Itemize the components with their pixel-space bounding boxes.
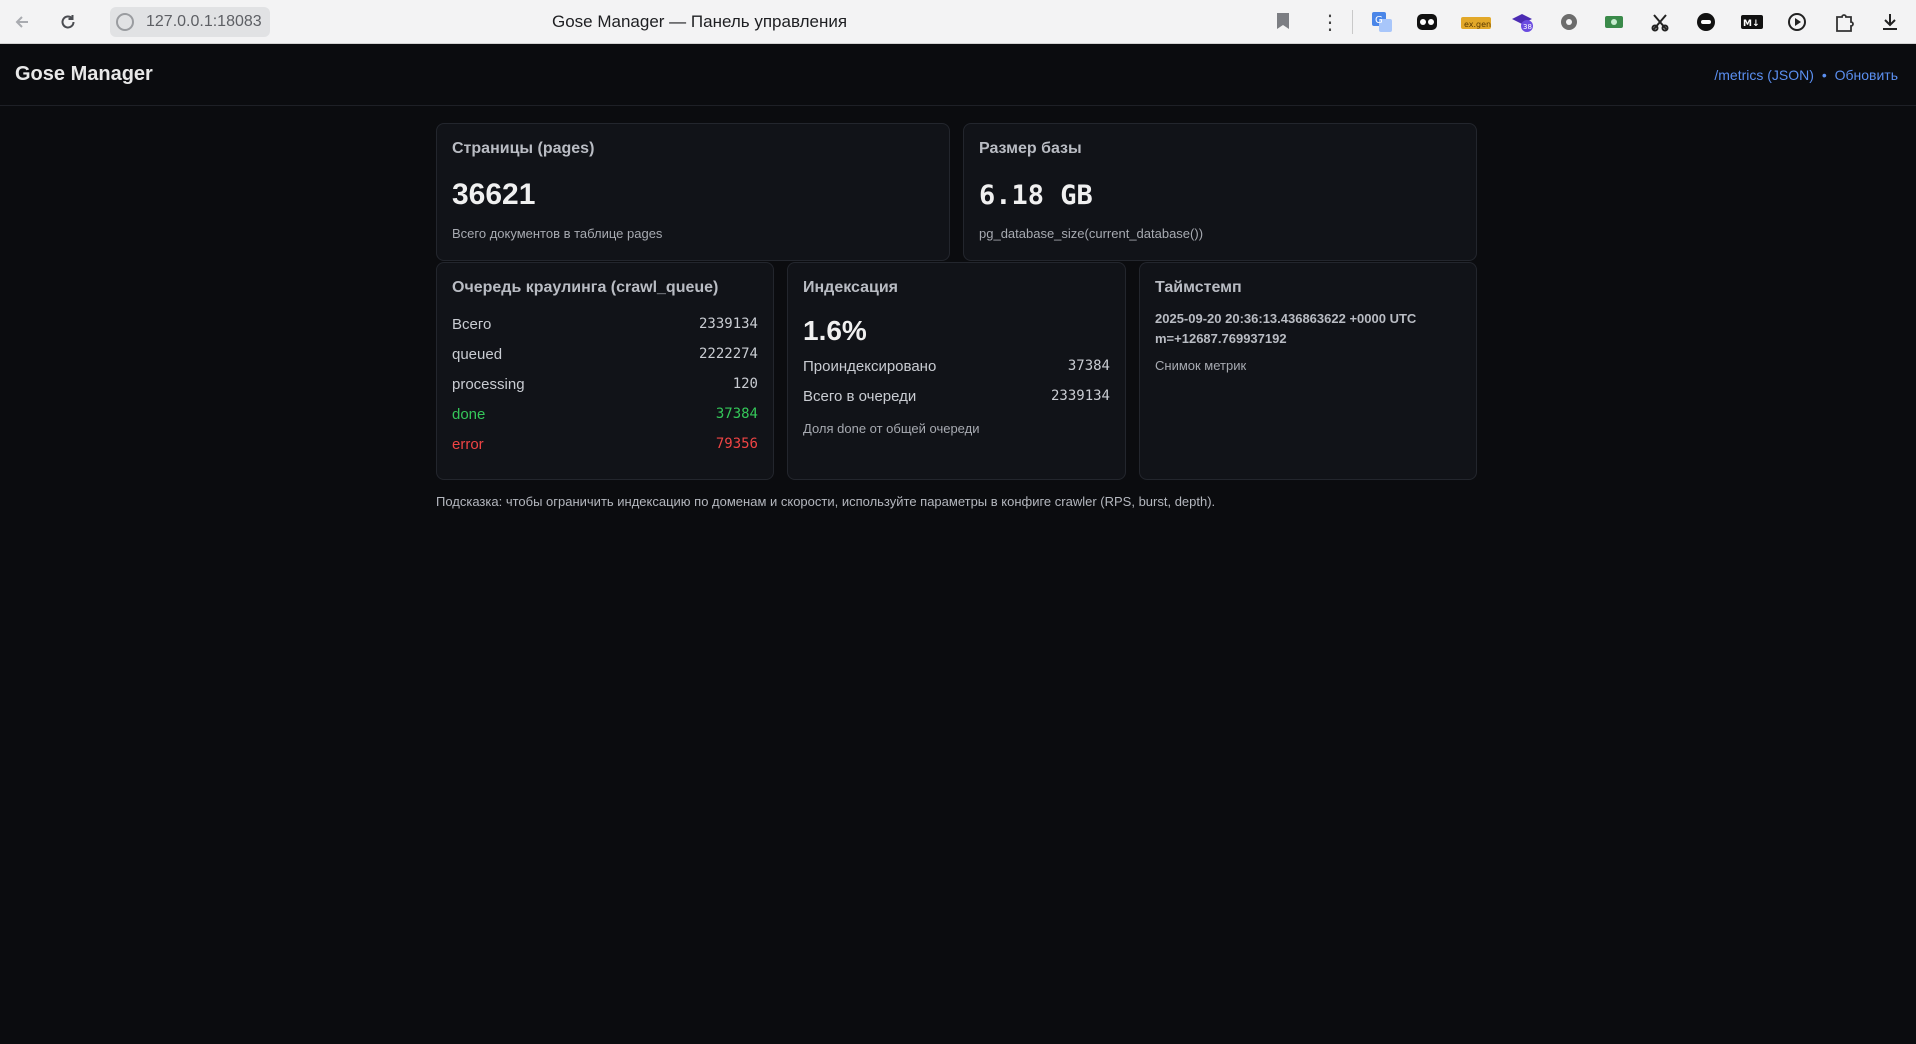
pages-count: 36621 xyxy=(452,178,536,211)
indexing-row-label: Проиндексировано xyxy=(803,357,937,375)
browser-toolbar: 127.0.0.1:18083 xyxy=(0,0,1916,44)
db-size-card-title: Размер базы xyxy=(979,140,1082,157)
money-extension-icon[interactable] xyxy=(1602,10,1626,34)
puzzle-extension-icon[interactable] xyxy=(1832,10,1856,34)
timestamp-card-subtext: Снимок метрик xyxy=(1155,358,1247,373)
refresh-link[interactable]: Обновить xyxy=(1835,67,1898,83)
timestamp-value: 2025-09-20 20:36:13.436863622 +0000 UTC … xyxy=(1155,309,1461,349)
pages-card: Страницы (pages) 36621 Всего документов … xyxy=(436,123,950,261)
queue-row-total: Всего 2339134 xyxy=(452,309,758,339)
queue-row-value: 2339134 xyxy=(698,316,758,332)
translate-extension-icon[interactable]: G xyxy=(1370,10,1394,34)
arrow-left-icon xyxy=(15,15,28,28)
bookmark-icon[interactable] xyxy=(1275,12,1291,30)
timestamp-card-title: Таймстемп xyxy=(1155,279,1242,296)
svg-text:M↓: M↓ xyxy=(1743,19,1760,29)
url-text: 127.0.0.1:18083 xyxy=(146,12,262,30)
indexing-row-value: 37384 xyxy=(1067,358,1110,374)
queue-row-value: 79356 xyxy=(715,436,758,452)
eyes-extension-icon[interactable] xyxy=(1415,10,1439,34)
download-icon[interactable] xyxy=(1878,10,1902,34)
tab-title: Gose Manager — Панель управления xyxy=(552,12,848,31)
queue-row-processing: processing 120 xyxy=(452,369,758,399)
app-title: Gose Manager xyxy=(15,63,153,85)
queue-row-label: Всего xyxy=(452,315,492,333)
indexing-row-label: Всего в очереди xyxy=(803,387,917,405)
svg-text:ex.gen: ex.gen xyxy=(1464,20,1491,29)
indexing-row-total: Всего в очереди 2339134 xyxy=(803,381,1110,411)
media-extension-icon[interactable] xyxy=(1786,10,1810,34)
site-info-icon[interactable] xyxy=(116,12,134,31)
app-header: Gose Manager /metrics (JSON) • Обновить xyxy=(0,44,1916,106)
markdown-extension-icon[interactable]: M↓ xyxy=(1740,10,1764,34)
queue-row-error: error 79356 xyxy=(452,429,758,459)
queue-row-label: processing xyxy=(452,375,525,393)
indexing-card-title: Индексация xyxy=(803,279,899,296)
reload-button[interactable] xyxy=(52,6,84,38)
hint-text: Подсказка: чтобы ограничить индексацию п… xyxy=(436,494,1216,509)
queue-row-value: 37384 xyxy=(715,406,758,422)
crawl-queue-card: Очередь краулинга (crawl_queue) Всего 23… xyxy=(436,262,774,480)
indexing-card: Индексация 1.6% Проиндексировано 37384 В… xyxy=(787,262,1126,480)
metrics-json-link[interactable]: /metrics (JSON) xyxy=(1714,67,1814,83)
scissors-icon[interactable] xyxy=(1648,10,1672,34)
indexing-row-value: 2339134 xyxy=(1050,388,1110,404)
more-menu-icon[interactable]: ⋮ xyxy=(1320,8,1340,36)
header-links: /metrics (JSON) • Обновить xyxy=(1714,67,1898,83)
gear-extension-icon[interactable] xyxy=(1557,10,1581,34)
indexing-card-subtext: Доля done от общей очереди xyxy=(803,421,980,436)
svg-text:38: 38 xyxy=(1523,23,1532,31)
reload-icon xyxy=(61,14,75,28)
timestamp-monotonic: m=+12687.769937192 xyxy=(1155,331,1287,346)
link-separator: • xyxy=(1821,67,1827,83)
indexing-percent: 1.6% xyxy=(803,315,867,346)
address-bar[interactable]: 127.0.0.1:18083 xyxy=(110,6,270,37)
crawl-queue-card-title: Очередь краулинга (crawl_queue) xyxy=(452,279,719,296)
exgen-extension-icon[interactable]: ex.gen xyxy=(1461,10,1491,34)
queue-row-label: error xyxy=(452,435,484,453)
timestamp-line: 2025-09-20 20:36:13.436863622 +0000 UTC xyxy=(1155,311,1417,326)
circle-extension-icon[interactable] xyxy=(1694,10,1718,34)
pages-card-subtext: Всего документов в таблице pages xyxy=(452,226,663,241)
indexing-row-indexed: Проиндексировано 37384 xyxy=(803,351,1110,381)
db-size-value: 6.18 GB xyxy=(979,180,1093,211)
db-size-card: Размер базы 6.18 GB pg_database_size(cur… xyxy=(963,123,1477,261)
queue-row-done: done 37384 xyxy=(452,399,758,429)
svg-text:G: G xyxy=(1375,15,1383,26)
back-button[interactable] xyxy=(6,6,38,38)
queue-row-value: 2222274 xyxy=(698,346,758,362)
queue-row-queued: queued 2222274 xyxy=(452,339,758,369)
queue-row-label: done xyxy=(452,405,486,423)
indexing-list: Проиндексировано 37384 Всего в очереди 2… xyxy=(803,351,1110,411)
timestamp-card: Таймстемп 2025-09-20 20:36:13.436863622 … xyxy=(1139,262,1477,480)
toolbar-divider xyxy=(1352,10,1353,34)
crawl-queue-list: Всего 2339134 queued 2222274 processing … xyxy=(452,309,758,459)
queue-row-label: queued xyxy=(452,345,503,363)
db-size-card-subtext: pg_database_size(current_database()) xyxy=(979,226,1204,241)
queue-row-value: 120 xyxy=(732,376,758,392)
pages-card-title: Страницы (pages) xyxy=(452,140,595,157)
cap-extension-icon[interactable]: 38 xyxy=(1510,10,1534,34)
